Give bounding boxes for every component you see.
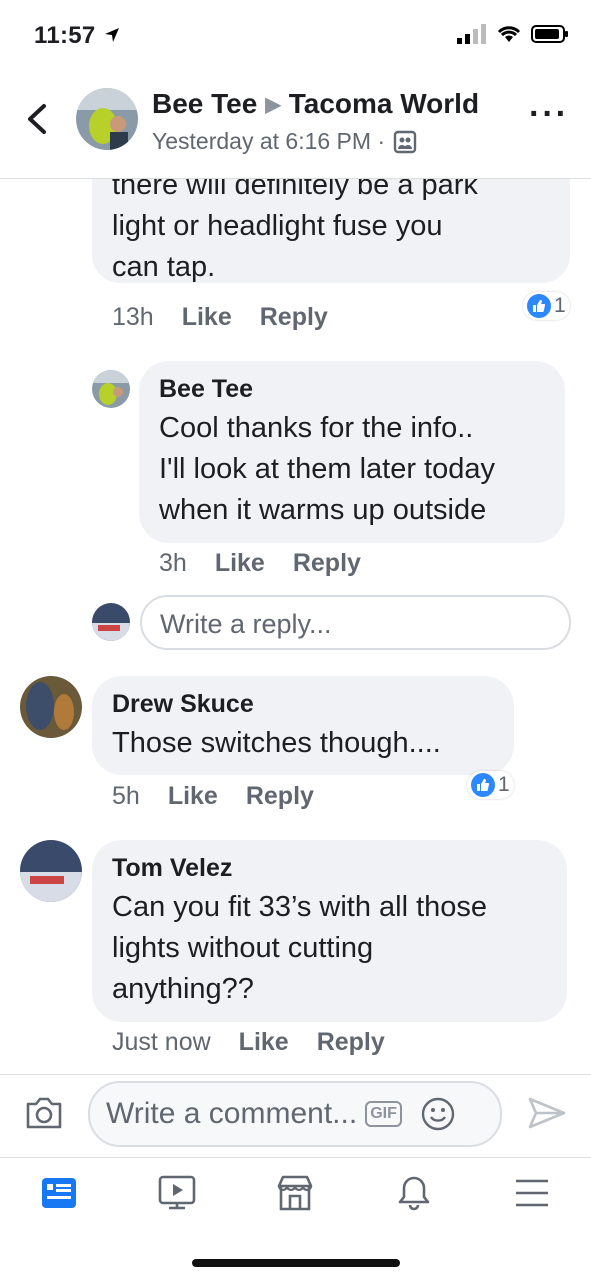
- comment-text-line: Cool thanks for the info..: [159, 412, 474, 444]
- more-options-icon[interactable]: ···: [529, 97, 569, 131]
- post-timestamp-row: Yesterday at 6:16 PM ·: [152, 128, 417, 155]
- reply-button[interactable]: Reply: [317, 1028, 385, 1057]
- group-audience-icon: [393, 130, 417, 153]
- author-name[interactable]: Bee Tee: [152, 88, 257, 120]
- comment-text-line: when it warms up outside: [159, 494, 487, 526]
- like-reaction-icon: [471, 773, 495, 797]
- post-timestamp[interactable]: Yesterday at 6:16 PM ·: [152, 128, 385, 155]
- status-time: 11:57: [34, 22, 121, 50]
- location-arrow-icon: [104, 28, 119, 42]
- comment-bubble: Bee Tee Cool thanks for the info.. I'll …: [139, 361, 565, 543]
- comment-text-line: I'll look at them later today: [159, 453, 495, 485]
- emoji-icon[interactable]: [420, 1096, 456, 1132]
- comment-bubble: Drew Skuce Those switches though....: [92, 676, 514, 775]
- comment-actions: 3h Like Reply: [159, 549, 361, 578]
- watch-icon[interactable]: [157, 1174, 197, 1212]
- comment-time: Just now: [112, 1028, 211, 1056]
- notifications-bell-icon[interactable]: [394, 1174, 434, 1212]
- back-chevron-icon[interactable]: [24, 102, 50, 136]
- menu-hamburger-icon[interactable]: [512, 1175, 552, 1211]
- tab-bar: [0, 1158, 591, 1228]
- comment-time: 13h: [112, 303, 154, 331]
- reaction-count-text: 1: [554, 294, 566, 317]
- comment-actions: 13h Like Reply: [112, 303, 328, 332]
- commenter-name[interactable]: Tom Velez: [112, 854, 547, 883]
- comment-time: 5h: [112, 782, 140, 810]
- reply-button[interactable]: Reply: [293, 549, 361, 578]
- commenter-avatar[interactable]: [20, 840, 82, 902]
- like-button[interactable]: Like: [182, 303, 232, 332]
- like-button[interactable]: Like: [168, 782, 218, 811]
- post-title: Bee Tee ▶ Tacoma World: [152, 88, 479, 120]
- comment-text-line: Can you fit 33’s with all those: [112, 891, 488, 923]
- commenter-name[interactable]: Bee Tee: [159, 375, 545, 404]
- post-author-avatar[interactable]: [76, 88, 138, 150]
- comment-text-line: light or headlight fuse you: [112, 210, 443, 242]
- comment-actions: 5h Like Reply: [112, 782, 314, 811]
- send-icon[interactable]: [527, 1095, 567, 1131]
- composer-divider: [0, 1074, 591, 1075]
- commenter-avatar[interactable]: [92, 370, 130, 408]
- comment-text-line: Those switches though....: [112, 727, 441, 759]
- comment-actions: Just now Like Reply: [112, 1028, 385, 1057]
- like-reaction-icon: [527, 294, 551, 318]
- like-button[interactable]: Like: [215, 549, 265, 578]
- comment-text-line: anything??: [112, 973, 254, 1005]
- like-button[interactable]: Like: [239, 1028, 289, 1057]
- reaction-count[interactable]: 1: [467, 771, 514, 799]
- comment-text-line: can tap.: [112, 251, 216, 283]
- comment-input[interactable]: Write a comment... GIF: [88, 1081, 502, 1147]
- wifi-icon: [497, 26, 521, 42]
- reply-button[interactable]: Reply: [246, 782, 314, 811]
- commenter-avatar[interactable]: [20, 676, 82, 738]
- reply-button[interactable]: Reply: [260, 303, 328, 332]
- news-feed-icon[interactable]: [39, 1175, 79, 1211]
- comment-1: there will definitely be a park light or…: [92, 179, 570, 297]
- commenter-name[interactable]: Drew Skuce: [112, 690, 494, 719]
- comment-time: 3h: [159, 549, 187, 577]
- status-icons: [457, 24, 569, 44]
- signal-icon: [457, 24, 486, 44]
- gif-button[interactable]: GIF: [365, 1101, 402, 1127]
- reply-input-placeholder: Write a reply...: [160, 609, 332, 639]
- reaction-count-text: 1: [498, 773, 510, 796]
- comment-bubble: there will definitely be a park light or…: [92, 179, 570, 283]
- reply-input[interactable]: Write a reply...: [140, 595, 571, 650]
- reaction-count[interactable]: 1: [523, 292, 570, 320]
- group-name[interactable]: Tacoma World: [289, 88, 479, 120]
- arrow-right-icon: ▶: [265, 93, 281, 116]
- camera-icon[interactable]: [24, 1095, 64, 1131]
- comment-text-line: lights without cutting: [112, 932, 374, 964]
- marketplace-icon[interactable]: [275, 1174, 315, 1212]
- home-indicator: [192, 1259, 400, 1267]
- comment-input-placeholder: Write a comment...: [106, 1097, 358, 1130]
- comment-bubble: Tom Velez Can you fit 33’s with all thos…: [92, 840, 567, 1022]
- comment-text-line: there will definitely be a park: [112, 179, 478, 201]
- battery-icon: [531, 25, 568, 43]
- current-user-avatar: [92, 603, 130, 641]
